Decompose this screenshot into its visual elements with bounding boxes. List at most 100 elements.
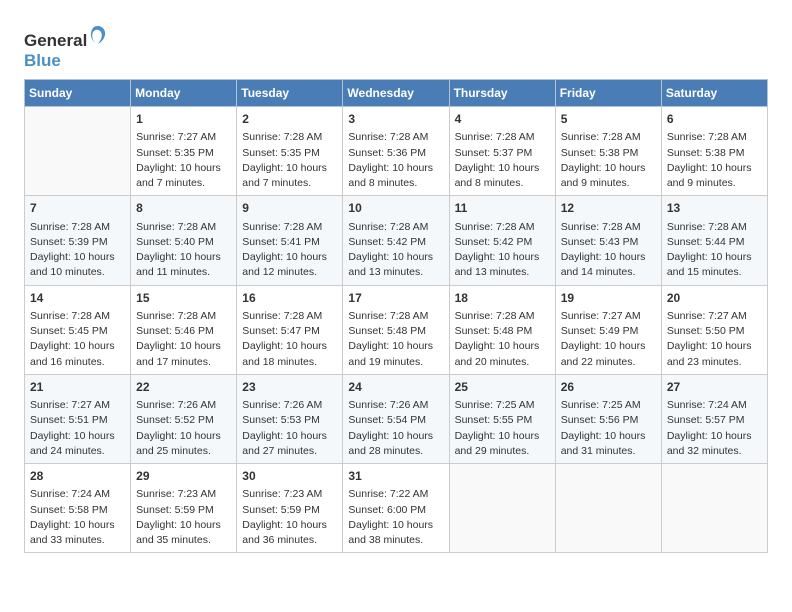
cell-content: Sunrise: 7:24 AMSunset: 5:57 PMDaylight:… bbox=[667, 398, 762, 459]
header-monday: Monday bbox=[131, 80, 237, 107]
cell-content: Sunrise: 7:22 AMSunset: 6:00 PMDaylight:… bbox=[348, 487, 443, 548]
day-number: 8 bbox=[136, 200, 231, 217]
calendar-cell: 5 Sunrise: 7:28 AMSunset: 5:38 PMDaylight… bbox=[555, 107, 661, 196]
calendar-cell: 27 Sunrise: 7:24 AMSunset: 5:57 PMDayligh… bbox=[661, 374, 767, 463]
cell-content: Sunrise: 7:28 AMSunset: 5:42 PMDaylight:… bbox=[348, 220, 443, 281]
cell-content: Sunrise: 7:28 AMSunset: 5:40 PMDaylight:… bbox=[136, 220, 231, 281]
day-number: 11 bbox=[455, 200, 550, 217]
day-number: 1 bbox=[136, 111, 231, 128]
cell-content: Sunrise: 7:28 AMSunset: 5:45 PMDaylight:… bbox=[30, 309, 125, 370]
day-number: 30 bbox=[242, 468, 337, 485]
cell-content: Sunrise: 7:28 AMSunset: 5:41 PMDaylight:… bbox=[242, 220, 337, 281]
calendar-cell: 1 Sunrise: 7:27 AMSunset: 5:35 PMDaylight… bbox=[131, 107, 237, 196]
calendar-cell: 24 Sunrise: 7:26 AMSunset: 5:54 PMDayligh… bbox=[343, 374, 449, 463]
day-number: 6 bbox=[667, 111, 762, 128]
calendar-cell bbox=[555, 464, 661, 553]
calendar-cell bbox=[661, 464, 767, 553]
cell-content: Sunrise: 7:25 AMSunset: 5:55 PMDaylight:… bbox=[455, 398, 550, 459]
cell-content: Sunrise: 7:28 AMSunset: 5:38 PMDaylight:… bbox=[667, 130, 762, 191]
day-number: 15 bbox=[136, 290, 231, 307]
logo-bird-icon bbox=[89, 24, 107, 46]
cell-content: Sunrise: 7:28 AMSunset: 5:44 PMDaylight:… bbox=[667, 220, 762, 281]
logo-blue: Blue bbox=[24, 51, 61, 70]
day-number: 7 bbox=[30, 200, 125, 217]
day-number: 18 bbox=[455, 290, 550, 307]
calendar-cell: 25 Sunrise: 7:25 AMSunset: 5:55 PMDayligh… bbox=[449, 374, 555, 463]
header-wednesday: Wednesday bbox=[343, 80, 449, 107]
calendar-table: SundayMondayTuesdayWednesdayThursdayFrid… bbox=[24, 79, 768, 553]
calendar-cell: 8 Sunrise: 7:28 AMSunset: 5:40 PMDaylight… bbox=[131, 196, 237, 285]
cell-content: Sunrise: 7:28 AMSunset: 5:39 PMDaylight:… bbox=[30, 220, 125, 281]
day-number: 3 bbox=[348, 111, 443, 128]
calendar-cell: 16 Sunrise: 7:28 AMSunset: 5:47 PMDayligh… bbox=[237, 285, 343, 374]
calendar-cell: 4 Sunrise: 7:28 AMSunset: 5:37 PMDaylight… bbox=[449, 107, 555, 196]
cell-content: Sunrise: 7:28 AMSunset: 5:48 PMDaylight:… bbox=[455, 309, 550, 370]
day-number: 28 bbox=[30, 468, 125, 485]
day-number: 17 bbox=[348, 290, 443, 307]
cell-content: Sunrise: 7:27 AMSunset: 5:51 PMDaylight:… bbox=[30, 398, 125, 459]
cell-content: Sunrise: 7:27 AMSunset: 5:50 PMDaylight:… bbox=[667, 309, 762, 370]
calendar-cell: 15 Sunrise: 7:28 AMSunset: 5:46 PMDayligh… bbox=[131, 285, 237, 374]
day-number: 27 bbox=[667, 379, 762, 396]
calendar-cell: 12Sunrise: 7:28 AMSunset: 5:43 PMDayligh… bbox=[555, 196, 661, 285]
cell-content: Sunrise: 7:28 AMSunset: 5:48 PMDaylight:… bbox=[348, 309, 443, 370]
cell-content: Sunrise: 7:28 AMSunset: 5:46 PMDaylight:… bbox=[136, 309, 231, 370]
cell-content: Sunrise: 7:28 AMSunset: 5:38 PMDaylight:… bbox=[561, 130, 656, 191]
calendar-cell bbox=[449, 464, 555, 553]
cell-content: Sunrise: 7:27 AMSunset: 5:35 PMDaylight:… bbox=[136, 130, 231, 191]
calendar-body: 1 Sunrise: 7:27 AMSunset: 5:35 PMDaylight… bbox=[25, 107, 768, 553]
calendar-cell: 31 Sunrise: 7:22 AMSunset: 6:00 PMDayligh… bbox=[343, 464, 449, 553]
calendar-cell: 14 Sunrise: 7:28 AMSunset: 5:45 PMDayligh… bbox=[25, 285, 131, 374]
calendar-cell: 3Sunrise: 7:28 AMSunset: 5:36 PMDaylight… bbox=[343, 107, 449, 196]
day-number: 4 bbox=[455, 111, 550, 128]
day-number: 9 bbox=[242, 200, 337, 217]
calendar-cell: 28Sunrise: 7:24 AMSunset: 5:58 PMDayligh… bbox=[25, 464, 131, 553]
day-number: 31 bbox=[348, 468, 443, 485]
calendar-week-5: 28Sunrise: 7:24 AMSunset: 5:58 PMDayligh… bbox=[25, 464, 768, 553]
calendar-cell: 23Sunrise: 7:26 AMSunset: 5:53 PMDayligh… bbox=[237, 374, 343, 463]
cell-content: Sunrise: 7:23 AMSunset: 5:59 PMDaylight:… bbox=[242, 487, 337, 548]
calendar-cell: 11 Sunrise: 7:28 AMSunset: 5:42 PMDayligh… bbox=[449, 196, 555, 285]
cell-content: Sunrise: 7:28 AMSunset: 5:35 PMDaylight:… bbox=[242, 130, 337, 191]
calendar-cell: 26 Sunrise: 7:25 AMSunset: 5:56 PMDayligh… bbox=[555, 374, 661, 463]
day-number: 29 bbox=[136, 468, 231, 485]
calendar-cell: 22Sunrise: 7:26 AMSunset: 5:52 PMDayligh… bbox=[131, 374, 237, 463]
day-number: 16 bbox=[242, 290, 337, 307]
calendar-cell: 17 Sunrise: 7:28 AMSunset: 5:48 PMDayligh… bbox=[343, 285, 449, 374]
calendar-cell: 2Sunrise: 7:28 AMSunset: 5:35 PMDaylight… bbox=[237, 107, 343, 196]
cell-content: Sunrise: 7:28 AMSunset: 5:37 PMDaylight:… bbox=[455, 130, 550, 191]
calendar-week-2: 7 Sunrise: 7:28 AMSunset: 5:39 PMDaylight… bbox=[25, 196, 768, 285]
calendar-week-3: 14 Sunrise: 7:28 AMSunset: 5:45 PMDayligh… bbox=[25, 285, 768, 374]
header-friday: Friday bbox=[555, 80, 661, 107]
header-thursday: Thursday bbox=[449, 80, 555, 107]
day-number: 13 bbox=[667, 200, 762, 217]
calendar-cell bbox=[25, 107, 131, 196]
day-number: 12 bbox=[561, 200, 656, 217]
calendar-cell: 19Sunrise: 7:27 AMSunset: 5:49 PMDayligh… bbox=[555, 285, 661, 374]
calendar-header-row: SundayMondayTuesdayWednesdayThursdayFrid… bbox=[25, 80, 768, 107]
day-number: 25 bbox=[455, 379, 550, 396]
day-number: 22 bbox=[136, 379, 231, 396]
header-tuesday: Tuesday bbox=[237, 80, 343, 107]
day-number: 5 bbox=[561, 111, 656, 128]
day-number: 14 bbox=[30, 290, 125, 307]
calendar-cell: 21Sunrise: 7:27 AMSunset: 5:51 PMDayligh… bbox=[25, 374, 131, 463]
logo: General Blue bbox=[24, 24, 109, 71]
day-number: 26 bbox=[561, 379, 656, 396]
calendar-cell: 7 Sunrise: 7:28 AMSunset: 5:39 PMDaylight… bbox=[25, 196, 131, 285]
cell-content: Sunrise: 7:23 AMSunset: 5:59 PMDaylight:… bbox=[136, 487, 231, 548]
cell-content: Sunrise: 7:26 AMSunset: 5:54 PMDaylight:… bbox=[348, 398, 443, 459]
cell-content: Sunrise: 7:28 AMSunset: 5:47 PMDaylight:… bbox=[242, 309, 337, 370]
day-number: 23 bbox=[242, 379, 337, 396]
cell-content: Sunrise: 7:27 AMSunset: 5:49 PMDaylight:… bbox=[561, 309, 656, 370]
calendar-cell: 20Sunrise: 7:27 AMSunset: 5:50 PMDayligh… bbox=[661, 285, 767, 374]
calendar-week-1: 1 Sunrise: 7:27 AMSunset: 5:35 PMDaylight… bbox=[25, 107, 768, 196]
calendar-cell: 30 Sunrise: 7:23 AMSunset: 5:59 PMDayligh… bbox=[237, 464, 343, 553]
header: General Blue bbox=[24, 20, 768, 71]
calendar-cell: 6 Sunrise: 7:28 AMSunset: 5:38 PMDaylight… bbox=[661, 107, 767, 196]
day-number: 24 bbox=[348, 379, 443, 396]
cell-content: Sunrise: 7:25 AMSunset: 5:56 PMDaylight:… bbox=[561, 398, 656, 459]
header-sunday: Sunday bbox=[25, 80, 131, 107]
day-number: 10 bbox=[348, 200, 443, 217]
cell-content: Sunrise: 7:28 AMSunset: 5:42 PMDaylight:… bbox=[455, 220, 550, 281]
